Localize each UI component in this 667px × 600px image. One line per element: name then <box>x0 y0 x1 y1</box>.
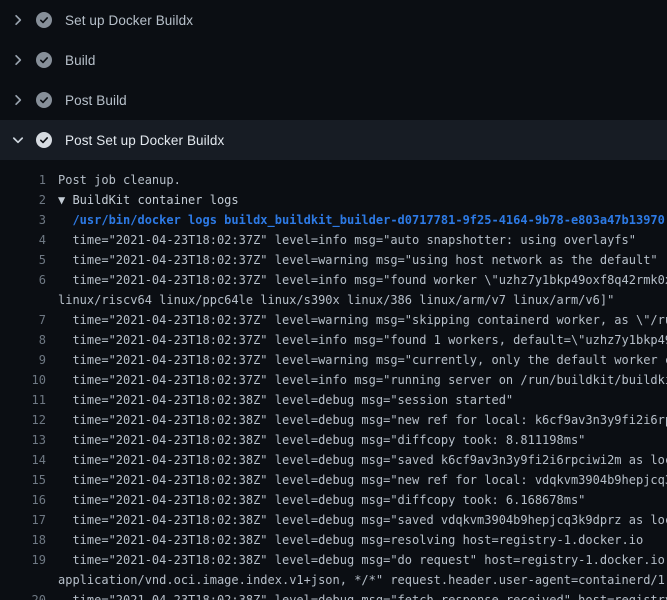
log-line: 12 time="2021-04-23T18:02:38Z" level=deb… <box>0 410 667 430</box>
log-line: 13 time="2021-04-23T18:02:38Z" level=deb… <box>0 430 667 450</box>
log-text: time="2021-04-23T18:02:38Z" level=debug … <box>58 450 667 470</box>
log-text: time="2021-04-23T18:02:37Z" level=info m… <box>58 370 667 390</box>
line-number[interactable]: 11 <box>0 390 46 410</box>
line-number[interactable]: 18 <box>0 530 46 550</box>
step-title: Set up Docker Buildx <box>65 13 193 28</box>
step-title: Build <box>65 53 96 68</box>
check-circle-icon <box>36 92 52 108</box>
log-line: 15 time="2021-04-23T18:02:38Z" level=deb… <box>0 470 667 490</box>
step-title: Post Set up Docker Buildx <box>65 133 224 148</box>
step-title: Post Build <box>65 93 127 108</box>
line-number[interactable]: 3 <box>0 210 46 230</box>
line-number[interactable]: 2 <box>0 190 46 210</box>
line-number[interactable]: 4 <box>0 230 46 250</box>
check-circle-icon <box>36 52 52 68</box>
log-line: 1 Post job cleanup. <box>0 170 667 190</box>
log-text: time="2021-04-23T18:02:38Z" level=debug … <box>58 430 585 450</box>
log-text: time="2021-04-23T18:02:38Z" level=debug … <box>58 470 667 490</box>
chevron-right-icon <box>10 52 26 68</box>
line-number <box>0 290 46 310</box>
log-line: 7 time="2021-04-23T18:02:37Z" level=warn… <box>0 310 667 330</box>
line-number[interactable]: 12 <box>0 410 46 430</box>
line-number[interactable]: 9 <box>0 350 46 370</box>
log-text: time="2021-04-23T18:02:38Z" level=debug … <box>58 490 585 510</box>
log-line: 18 time="2021-04-23T18:02:38Z" level=deb… <box>0 530 667 550</box>
line-number[interactable]: 8 <box>0 330 46 350</box>
line-number[interactable]: 15 <box>0 470 46 490</box>
line-number[interactable]: 17 <box>0 510 46 530</box>
check-circle-icon <box>36 12 52 28</box>
log-text: time="2021-04-23T18:02:38Z" level=debug … <box>58 510 667 530</box>
step-header-row[interactable]: Post Build <box>0 80 667 120</box>
log-line: 8 time="2021-04-23T18:02:37Z" level=info… <box>0 330 667 350</box>
step-header-row[interactable]: Build <box>0 40 667 80</box>
line-number[interactable]: 13 <box>0 430 46 450</box>
log-text: time="2021-04-23T18:02:37Z" level=warnin… <box>58 350 667 370</box>
step-header-row[interactable]: Set up Docker Buildx <box>0 0 667 40</box>
log-line: 4 time="2021-04-23T18:02:37Z" level=info… <box>0 230 667 250</box>
log-line: 10 time="2021-04-23T18:02:37Z" level=inf… <box>0 370 667 390</box>
line-number <box>0 570 46 590</box>
log-text: time="2021-04-23T18:02:37Z" level=info m… <box>58 330 667 350</box>
chevron-right-icon <box>10 12 26 28</box>
line-number[interactable]: 16 <box>0 490 46 510</box>
log-text: time="2021-04-23T18:02:38Z" level=debug … <box>58 530 643 550</box>
line-number[interactable]: 6 <box>0 270 46 290</box>
log-text: time="2021-04-23T18:02:37Z" level=info m… <box>58 230 636 250</box>
log-line: application/vnd.oci.image.index.v1+json,… <box>0 570 667 590</box>
log-line: 20 time="2021-04-23T18:02:38Z" level=deb… <box>0 590 667 600</box>
log-text: time="2021-04-23T18:02:37Z" level=warnin… <box>58 310 667 330</box>
line-number[interactable]: 1 <box>0 170 46 190</box>
log-line: 14 time="2021-04-23T18:02:38Z" level=deb… <box>0 450 667 470</box>
chevron-down-icon <box>10 132 26 148</box>
log-line: 6 time="2021-04-23T18:02:37Z" level=info… <box>0 270 667 290</box>
log-text: application/vnd.oci.image.index.v1+json,… <box>58 570 667 590</box>
log-line: 19 time="2021-04-23T18:02:38Z" level=deb… <box>0 550 667 570</box>
line-number[interactable]: 7 <box>0 310 46 330</box>
log-text: time="2021-04-23T18:02:38Z" level=debug … <box>58 390 513 410</box>
log-output: 1 Post job cleanup. 2 ▼ BuildKit contain… <box>0 160 667 600</box>
step-list: Set up Docker Buildx Build Post Buil <box>0 0 667 160</box>
step-header-row[interactable]: Post Set up Docker Buildx <box>0 120 667 160</box>
chevron-right-icon <box>10 92 26 108</box>
log-line: 5 time="2021-04-23T18:02:37Z" level=warn… <box>0 250 667 270</box>
log-group-toggle[interactable]: ▼ BuildKit container logs <box>58 190 239 210</box>
log-text: time="2021-04-23T18:02:38Z" level=debug … <box>58 410 667 430</box>
log-text: Post job cleanup. <box>58 170 181 190</box>
line-number[interactable]: 5 <box>0 250 46 270</box>
line-number[interactable]: 19 <box>0 550 46 570</box>
line-number[interactable]: 20 <box>0 590 46 600</box>
log-line: 11 time="2021-04-23T18:02:38Z" level=deb… <box>0 390 667 410</box>
log-line: 16 time="2021-04-23T18:02:38Z" level=deb… <box>0 490 667 510</box>
line-number[interactable]: 14 <box>0 450 46 470</box>
log-text: time="2021-04-23T18:02:37Z" level=info m… <box>58 270 667 290</box>
log-line: 3 /usr/bin/docker logs buildx_buildkit_b… <box>0 210 667 230</box>
line-number[interactable]: 10 <box>0 370 46 390</box>
log-line: 9 time="2021-04-23T18:02:37Z" level=warn… <box>0 350 667 370</box>
check-circle-icon <box>36 132 52 148</box>
log-text: time="2021-04-23T18:02:38Z" level=debug … <box>58 590 667 600</box>
log-text: time="2021-04-23T18:02:38Z" level=debug … <box>58 550 667 570</box>
log-line: 17 time="2021-04-23T18:02:38Z" level=deb… <box>0 510 667 530</box>
log-text: /usr/bin/docker logs buildx_buildkit_bui… <box>58 210 665 230</box>
log-text: linux/riscv64 linux/ppc64le linux/s390x … <box>58 290 614 310</box>
log-line: linux/riscv64 linux/ppc64le linux/s390x … <box>0 290 667 310</box>
log-line: 2 ▼ BuildKit container logs <box>0 190 667 210</box>
log-text: time="2021-04-23T18:02:37Z" level=warnin… <box>58 250 658 270</box>
actions-log-viewer: Set up Docker Buildx Build Post Buil <box>0 0 667 600</box>
